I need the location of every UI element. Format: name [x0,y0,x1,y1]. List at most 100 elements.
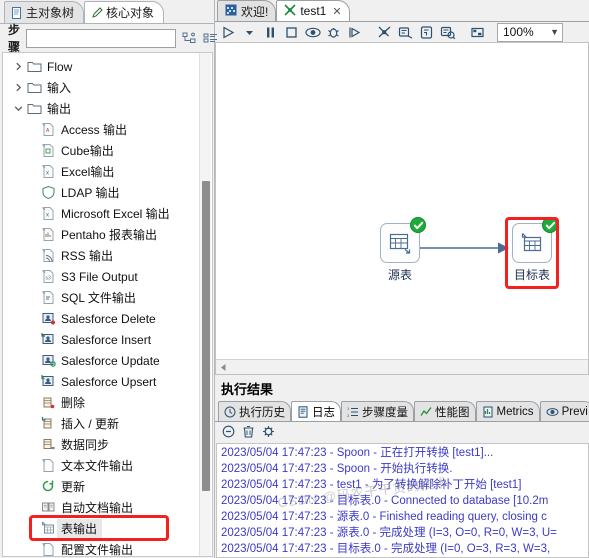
clear-log-button[interactable] [222,425,235,441]
tab-core-objects[interactable]: 核心对象 [84,1,165,23]
tree-item[interactable]: SQL 文件输出 [3,287,212,308]
log-line: 2023/05/04 17:47:23 - 目标表.0 - Connected … [221,495,549,507]
steps-tree[interactable]: Flow 输入 输出 A Access 输出 Cube输出 x Excel输出 LDAP 输出 x… [2,52,213,557]
run-options-dropdown[interactable] [240,23,259,42]
log-settings-button[interactable] [262,425,275,441]
tab-metrics[interactable]: Metrics [475,401,540,421]
tree-item-label: Salesforce Update [61,353,160,368]
tree-item[interactable]: 数据同步 [3,434,212,455]
data-sync-icon [39,437,57,452]
chevron-right-icon[interactable] [11,56,25,77]
rtab-label: Previ [561,405,588,418]
sql-output-icon [39,290,57,305]
folder-icon [25,80,43,95]
stop-button[interactable] [282,23,301,42]
tree-item-label: S3 File Output [61,269,138,284]
tab-test1[interactable]: test1 ✕ [276,0,350,21]
show-last-results-button[interactable] [438,23,457,42]
tree-item[interactable]: Salesforce Delete [3,308,212,329]
verify-button[interactable] [375,23,394,42]
tree-item[interactable]: 输出 [3,98,212,119]
tree-item-label: Salesforce Delete [61,311,156,326]
tab-welcome[interactable]: 欢迎! [217,0,277,21]
history-icon [224,406,236,417]
run-button[interactable] [219,23,238,42]
tree-item-label: Excel输出 [61,165,115,179]
chevron-right-icon[interactable] [11,77,25,98]
preview-button[interactable] [303,23,322,42]
pause-button[interactable] [261,23,280,42]
tree-item[interactable]: 更新 [3,476,212,497]
update-icon [39,479,57,494]
chart-icon [420,406,432,416]
tab-log[interactable]: 日志 [291,401,341,421]
tab-performance-graph[interactable]: 性能图 [414,401,476,421]
tree-scroll-thumb[interactable] [202,181,210,491]
collapse-all-icon[interactable] [182,31,197,46]
debug-button[interactable] [324,23,343,42]
tree-item[interactable]: Cube输出 [3,140,212,161]
tree-item-label: 输入 [47,81,72,95]
tree-item[interactable]: 删除 [3,392,212,413]
log-line: 2023/05/04 17:47:23 - Spoon - 开始执行转换. [221,463,453,475]
svg-text:x: x [46,171,49,177]
tree-item[interactable]: 表输出 [3,518,212,539]
tree-item-label: 输出 [47,102,72,116]
welcome-icon [225,4,237,19]
tree-item-label: Salesforce Upsert [61,374,157,389]
tree-item[interactable]: A Access 输出 [3,119,212,140]
tree-item[interactable]: Pentaho 报表输出 [3,224,212,245]
tree-item-label: Flow [47,59,73,74]
svg-text:x: x [46,213,49,219]
show-grid-button[interactable] [468,23,487,42]
salesforce-delete-icon [39,311,57,326]
tree-item[interactable]: Salesforce Upsert [3,371,212,392]
ldap-output-icon [39,185,57,200]
tree-item[interactable]: RSS 输出 [3,245,212,266]
tree-vertical-scrollbar[interactable] [199,53,211,556]
tree-item-label: Microsoft Excel 输出 [61,207,170,221]
tree-item[interactable]: 输入 [3,77,212,98]
delete-log-button[interactable] [242,425,255,441]
log-line: 2023/05/04 17:47:23 - 源表.0 - Finished re… [221,511,547,523]
tab-label: 核心对象 [106,6,155,20]
tree-item[interactable]: 文本文件输出 [3,455,212,476]
tree-item[interactable]: Salesforce Insert [3,329,212,350]
tab-step-metrics[interactable]: 12 步骤度量 [341,401,414,421]
scroll-left-icon[interactable] [216,360,231,374]
tree-item-label: Pentaho 报表输出 [61,228,158,242]
zoom-select[interactable]: 100% ▼ [497,22,563,42]
results-tabbar: 执行历史 日志 12 步骤度量 性能图 Metrics Previ [215,401,589,422]
impact-analysis-button[interactable] [396,23,415,42]
svg-text:1: 1 [347,406,350,411]
tree-item[interactable]: s3 S3 File Output [3,266,212,287]
node-target[interactable]: 目标表 [504,217,560,283]
tree-item[interactable]: x Microsoft Excel 输出 [3,203,212,224]
tab-execution-history[interactable]: 执行历史 [218,401,291,421]
tab-preview-data[interactable]: Previ [539,401,589,421]
tree-item[interactable]: LDAP 输出 [3,182,212,203]
tree-item[interactable]: 配置文件输出 [3,539,212,556]
tab-label: 主对象树 [26,6,75,20]
node-label: 源表 [387,268,412,282]
tree-item[interactable]: 插入 / 更新 [3,413,212,434]
canvas-horizontal-scrollbar[interactable] [216,359,588,374]
chevron-down-icon[interactable] [11,98,25,119]
tree-item[interactable]: Flow [3,56,212,77]
tree-item-label: 文本文件输出 [61,459,134,473]
search-input[interactable] [26,28,177,48]
tree-item[interactable]: Salesforce Update [3,350,212,371]
tab-main-object-tree[interactable]: 主对象树 [4,1,85,23]
tree-item[interactable]: 自动文档输出 [3,497,212,518]
canvas-surface[interactable]: 源表 目标表 [216,43,588,374]
tree-item-label: 插入 / 更新 [61,417,120,431]
svg-text:2: 2 [347,413,350,418]
log-output[interactable]: 2023/05/04 17:47:23 - Spoon - 正在打开转换 [te… [216,443,589,558]
editor-toolbar: 100% ▼ [215,22,589,43]
close-icon[interactable]: ✕ [332,5,341,18]
node-source[interactable]: 源表 [372,217,428,283]
transformation-canvas[interactable]: 源表 目标表 [215,43,589,375]
sql-button[interactable] [417,23,436,42]
tree-item[interactable]: x Excel输出 [3,161,212,182]
replay-button[interactable] [345,23,364,42]
